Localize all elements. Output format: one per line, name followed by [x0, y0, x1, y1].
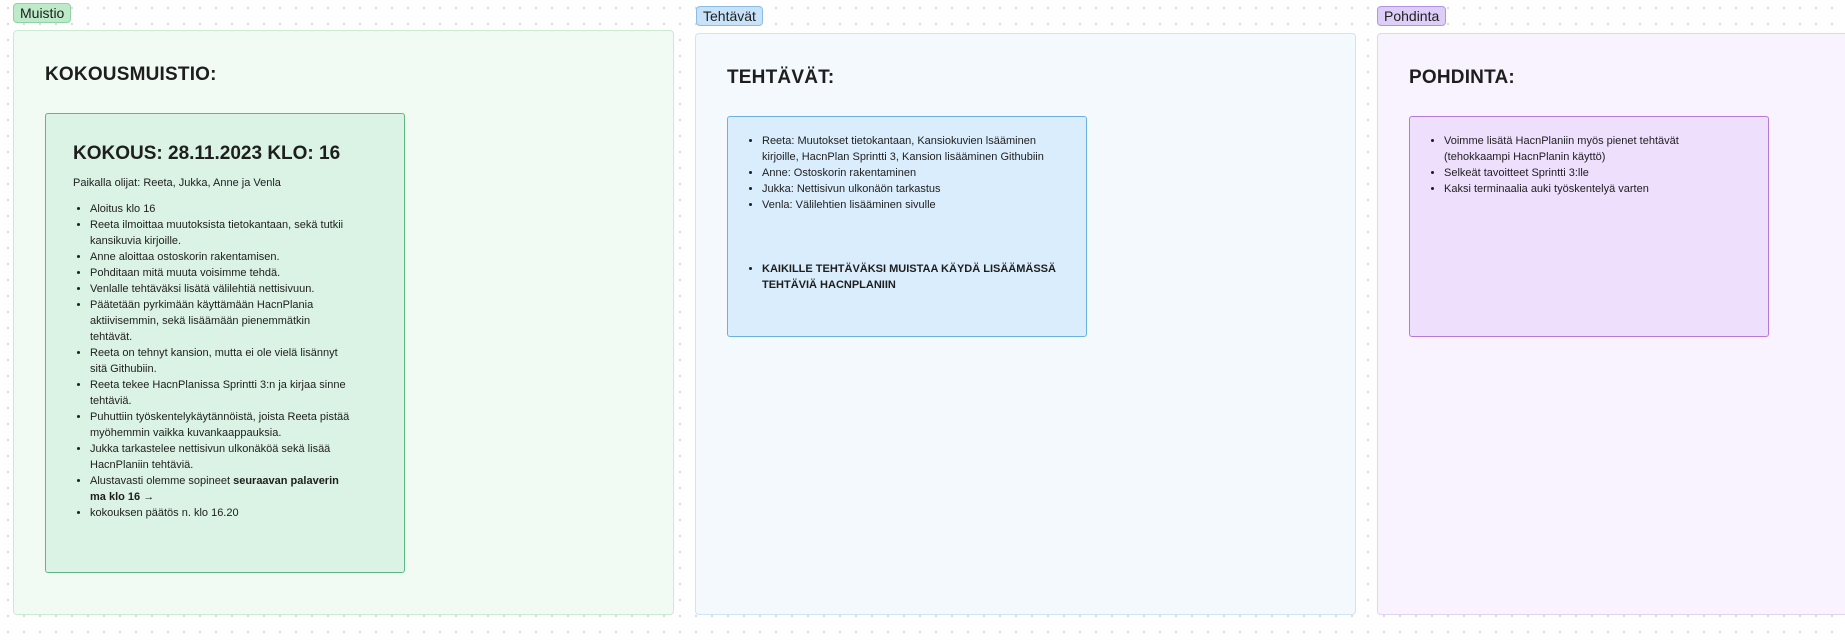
reflection-list: Voimme lisätä HacnPlaniin myös pienet te… — [1427, 133, 1728, 197]
section-label-muistio[interactable]: Muistio — [13, 3, 72, 23]
list-item: Anne aloittaa ostoskorin rakentamisen. — [90, 249, 352, 265]
section-label-tehtavat[interactable]: Tehtävät — [696, 6, 763, 26]
empty-list-item — [762, 245, 1056, 261]
empty-list-item — [762, 229, 1056, 245]
list-item: Kaksi terminaalia auki työskentelyä vart… — [1444, 181, 1728, 197]
list-item: Päätetään pyrkimään käyttämään HacnPlani… — [90, 297, 352, 345]
attendees-text: Paikalla olijat: Reeta, Jukka, Anne ja V… — [73, 177, 281, 189]
meeting-title: KOKOUS: 28.11.2023 KLO: 16 — [73, 143, 341, 164]
empty-list-item — [762, 213, 1056, 229]
sticky-note-meeting-minutes[interactable]: KOKOUS: 28.11.2023 KLO: 16 Paikalla olij… — [45, 113, 405, 573]
list-item: Aloitus klo 16 — [90, 201, 352, 217]
list-item: Jukka tarkastelee nettisivun ulkonäköä s… — [90, 441, 352, 473]
section-heading-muistio[interactable]: KOKOUSMUISTIO: — [45, 64, 217, 86]
list-item: Reeta: Muutokset tietokantaan, Kansiokuv… — [762, 133, 1056, 165]
sticky-note-reflection[interactable]: Voimme lisätä HacnPlaniin myös pienet te… — [1409, 116, 1769, 337]
list-item: Venlalle tehtäväksi lisätä välilehtiä ne… — [90, 281, 352, 297]
list-item-reminder: KAIKILLE TEHTÄVÄKSI MUISTAA KÄYDÄ LISÄÄM… — [762, 261, 1056, 293]
list-item: Pohditaan mitä muuta voisimme tehdä. — [90, 265, 352, 281]
section-heading-pohdinta[interactable]: POHDINTA: — [1409, 67, 1515, 89]
section-label-pohdinta[interactable]: Pohdinta — [1377, 6, 1447, 26]
next-meeting-text: Alustavasti olemme sopineet — [90, 475, 234, 487]
list-item: Anne: Ostoskorin rakentaminen — [762, 165, 1056, 181]
list-item-next-meeting: Alustavasti olemme sopineet seuraavan pa… — [90, 473, 352, 505]
list-item: Voimme lisätä HacnPlaniin myös pienet te… — [1444, 133, 1728, 165]
list-item: Puhuttiin työskentelykäytännöistä, joist… — [90, 409, 352, 441]
list-item: Jukka: Nettisivun ulkonäön tarkastus — [762, 181, 1056, 197]
list-item: Reeta on tehnyt kansion, mutta ei ole vi… — [90, 345, 352, 377]
tasks-list: Reeta: Muutokset tietokantaan, Kansiokuv… — [745, 133, 1056, 293]
sticky-note-tasks[interactable]: Reeta: Muutokset tietokantaan, Kansiokuv… — [727, 116, 1087, 337]
list-item: Selkeät tavoitteet Sprintti 3:lle — [1444, 165, 1728, 181]
meeting-items-list: Aloitus klo 16 Reeta ilmoittaa muutoksis… — [73, 201, 352, 521]
list-item: Reeta ilmoittaa muutoksista tietokantaan… — [90, 217, 352, 249]
section-heading-tehtavat[interactable]: TEHTÄVÄT: — [727, 67, 834, 89]
list-item: Venla: Välilehtien lisääminen sivulle — [762, 197, 1056, 213]
list-item: Reeta tekee HacnPlanissa Sprintti 3:n ja… — [90, 377, 352, 409]
list-item-closing: kokouksen päätös n. klo 16.20 — [90, 505, 352, 521]
reminder-text: KAIKILLE TEHTÄVÄKSI MUISTAA KÄYDÄ LISÄÄM… — [762, 263, 1056, 291]
